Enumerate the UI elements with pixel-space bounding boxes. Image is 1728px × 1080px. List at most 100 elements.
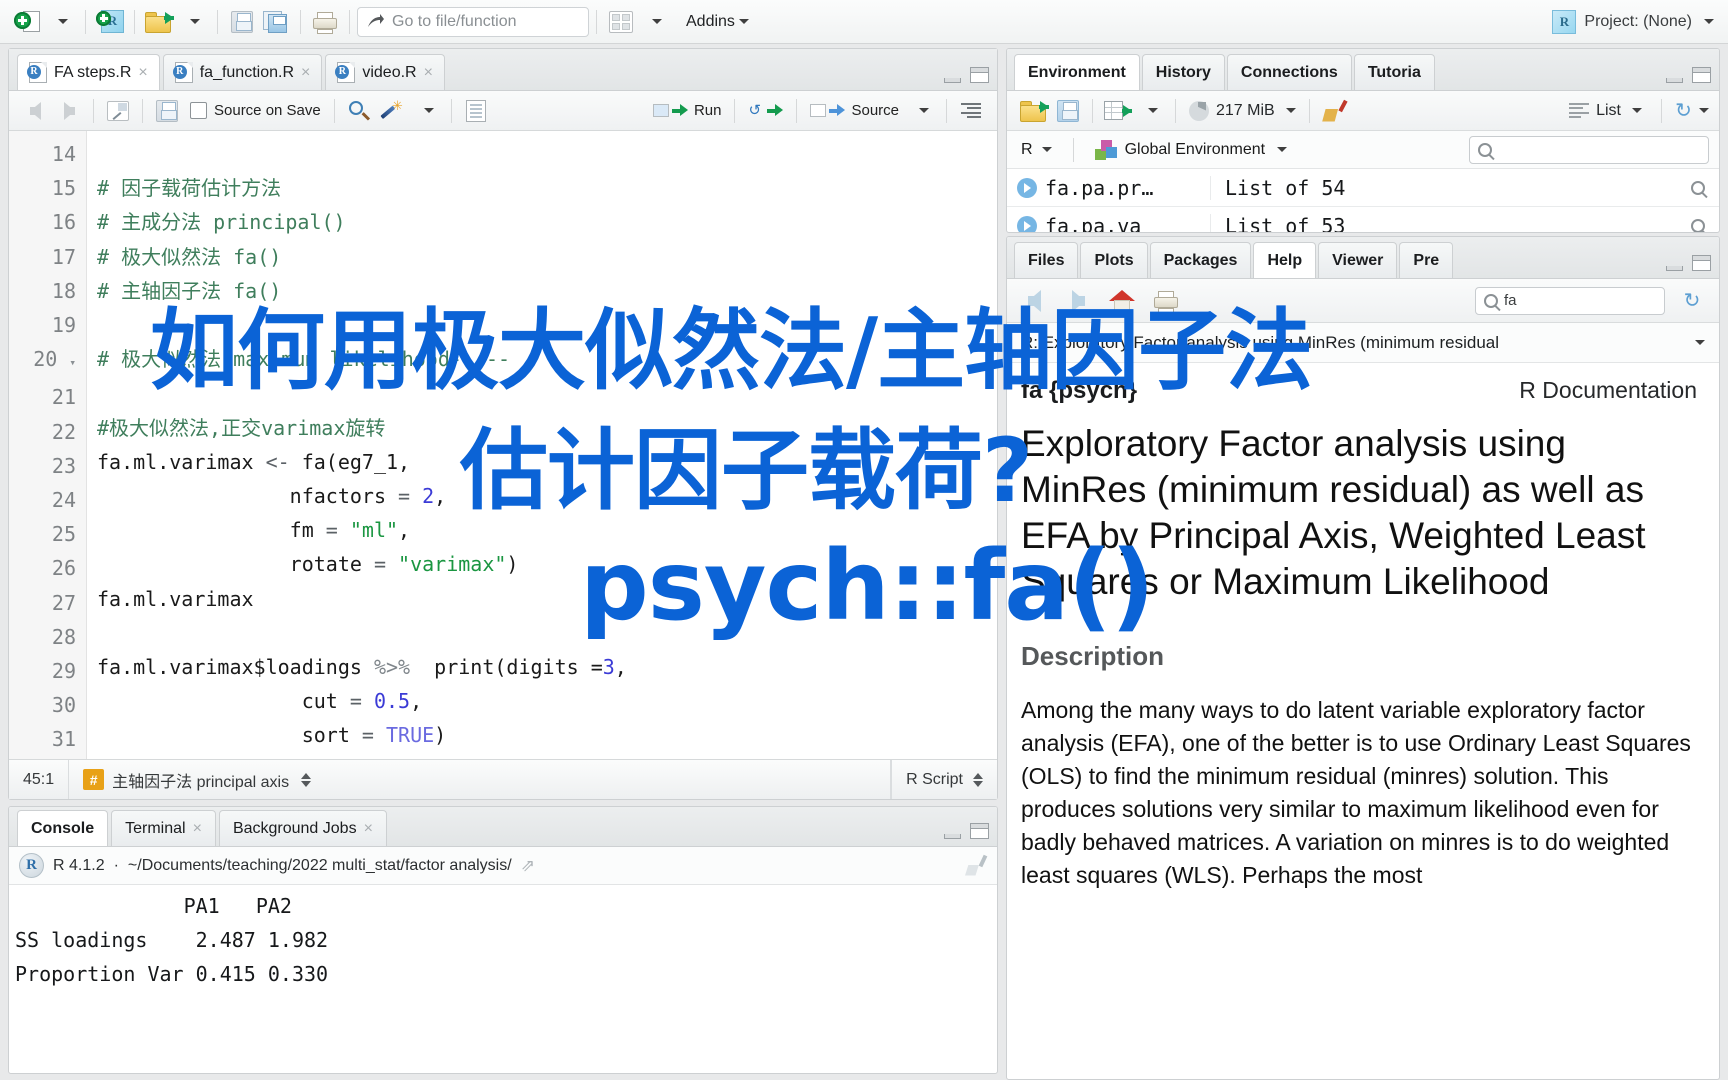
view-object-icon[interactable] xyxy=(1691,181,1705,195)
pane-layout-dropdown[interactable] xyxy=(638,5,672,39)
maximize-icon[interactable] xyxy=(1692,255,1711,271)
source-button[interactable]: Source xyxy=(804,94,905,128)
pane-layout-button[interactable] xyxy=(604,5,638,39)
import-dataset-button[interactable] xyxy=(1100,94,1134,128)
code-line[interactable]: fa.ml.varimax xyxy=(97,582,997,616)
environment-search-input[interactable] xyxy=(1469,136,1709,164)
code-line[interactable]: # 主成分法 principal() xyxy=(97,205,997,239)
editor-tab-video[interactable]: R video.R × xyxy=(325,54,445,90)
code-line[interactable] xyxy=(97,376,997,410)
file-type-selector[interactable]: R Script xyxy=(891,760,997,799)
help-refresh-button[interactable]: ↻ xyxy=(1675,284,1709,318)
help-content[interactable]: fa {psych} R Documentation Exploratory F… xyxy=(1007,363,1719,1079)
tab-connections[interactable]: Connections xyxy=(1227,54,1352,90)
editor-tab-fa-function[interactable]: R fa_function.R × xyxy=(163,54,323,90)
chevron-down-icon[interactable] xyxy=(1695,340,1705,345)
tab-history[interactable]: History xyxy=(1142,54,1225,90)
help-print-button[interactable] xyxy=(1149,284,1183,318)
addins-button[interactable]: Addins xyxy=(672,5,753,39)
tab-console[interactable]: Console xyxy=(17,810,108,846)
view-mode-button[interactable]: List xyxy=(1563,94,1648,128)
code-line[interactable]: # 主轴因子法 fa() xyxy=(97,274,997,308)
forward-button[interactable] xyxy=(52,94,86,128)
open-file-button[interactable] xyxy=(142,5,176,39)
section-selector[interactable]: # 主轴因子法 principal axis xyxy=(69,760,891,799)
save-workspace-button[interactable] xyxy=(1051,94,1085,128)
minimize-icon[interactable] xyxy=(1666,266,1683,271)
back-button[interactable] xyxy=(18,94,52,128)
new-project-button[interactable]: R xyxy=(93,5,127,39)
code-line[interactable]: rotate = "varimax") xyxy=(97,547,997,581)
minimize-icon[interactable] xyxy=(1666,78,1683,83)
clear-console-icon[interactable] xyxy=(963,855,987,877)
table-row[interactable]: fa.pa.va List of 53 xyxy=(1007,207,1719,232)
code-line[interactable]: sort = TRUE) xyxy=(97,718,997,752)
code-line[interactable]: cut = 0.5, xyxy=(97,684,997,718)
code-line[interactable]: fa.ml.varimax <- fa(eg7_1, xyxy=(97,445,997,479)
maximize-icon[interactable] xyxy=(970,823,989,839)
code-tools-button[interactable]: ✳ xyxy=(376,94,410,128)
close-icon[interactable]: × xyxy=(424,65,433,81)
close-icon[interactable]: × xyxy=(364,821,373,837)
load-workspace-button[interactable] xyxy=(1017,94,1051,128)
expand-icon[interactable] xyxy=(1017,216,1037,233)
clear-environment-button[interactable] xyxy=(1317,94,1351,128)
tab-files[interactable]: Files xyxy=(1014,242,1078,278)
open-directory-icon[interactable]: ⇗ xyxy=(521,856,535,876)
minimize-icon[interactable] xyxy=(944,834,961,839)
help-search-input[interactable]: fa xyxy=(1475,287,1665,315)
open-file-dropdown[interactable] xyxy=(176,5,210,39)
tab-plots[interactable]: Plots xyxy=(1080,242,1147,278)
code-tools-dropdown[interactable] xyxy=(410,94,444,128)
tab-presentation[interactable]: Pre xyxy=(1399,242,1453,278)
tab-help[interactable]: Help xyxy=(1253,242,1316,278)
source-dropdown[interactable] xyxy=(905,94,939,128)
compile-report-button[interactable] xyxy=(459,94,493,128)
save-all-button[interactable] xyxy=(259,5,293,39)
maximize-icon[interactable] xyxy=(970,67,989,83)
save-file-button[interactable] xyxy=(150,94,184,128)
find-replace-button[interactable] xyxy=(342,94,376,128)
rerun-button[interactable]: ↺ xyxy=(742,94,789,128)
project-selector[interactable]: R Project: (None) xyxy=(1552,10,1718,34)
maximize-icon[interactable] xyxy=(1692,67,1711,83)
source-on-save-checkbox[interactable]: Source on Save xyxy=(184,94,327,128)
tab-tutorial[interactable]: Tutoria xyxy=(1354,54,1435,90)
goto-file-function-input[interactable]: Go to file/function xyxy=(357,7,589,37)
expand-icon[interactable] xyxy=(1017,178,1037,198)
memory-usage-button[interactable]: 217 MiB xyxy=(1183,94,1302,128)
print-button[interactable] xyxy=(308,5,342,39)
console-output[interactable]: PA1 PA2 SS loadings 2.487 1.982 Proporti… xyxy=(9,885,997,1073)
refresh-environment-button[interactable]: ↻ xyxy=(1675,94,1709,128)
code-line[interactable]: # 极大似然法 maximum likelihood----- xyxy=(97,342,997,376)
code-line[interactable] xyxy=(97,308,997,342)
code-line[interactable]: # 极大似然法 fa() xyxy=(97,240,997,274)
tab-terminal[interactable]: Terminal × xyxy=(111,810,216,846)
help-back-button[interactable] xyxy=(1017,284,1051,318)
code-text[interactable]: # 因子载荷估计方法# 主成分法 principal()# 极大似然法 fa()… xyxy=(87,131,997,759)
tab-environment[interactable]: Environment xyxy=(1014,54,1140,90)
code-line[interactable] xyxy=(97,616,997,650)
table-row[interactable]: fa.pa.pr… List of 54 xyxy=(1007,169,1719,207)
code-line[interactable]: nfactors = 2, xyxy=(97,479,997,513)
environment-object-list[interactable]: fa.pa.pr… List of 54 fa.pa.va List of 53 xyxy=(1007,169,1719,232)
new-file-dropdown[interactable] xyxy=(44,5,78,39)
code-line[interactable]: fa.ml.varimax$loadings %>% print(digits … xyxy=(97,650,997,684)
help-home-button[interactable] xyxy=(1105,284,1139,318)
help-url-bar[interactable]: R: Exploratory Factor analysis using Min… xyxy=(1007,323,1719,363)
minimize-icon[interactable] xyxy=(944,78,961,83)
new-file-button[interactable] xyxy=(10,5,44,39)
import-dataset-dropdown[interactable] xyxy=(1134,94,1168,128)
tab-background-jobs[interactable]: Background Jobs × xyxy=(219,810,387,846)
close-icon[interactable]: × xyxy=(138,65,147,81)
view-object-icon[interactable] xyxy=(1691,219,1705,233)
close-icon[interactable]: × xyxy=(301,65,310,81)
code-line[interactable]: # 因子载荷估计方法 xyxy=(97,171,997,205)
help-forward-button[interactable] xyxy=(1061,284,1095,318)
code-editor[interactable]: 14151617181920 ▾212223242526272829303132… xyxy=(9,131,997,759)
run-button[interactable]: Run xyxy=(647,94,728,128)
language-selector[interactable]: R xyxy=(1017,133,1056,167)
code-line[interactable]: fm = "ml", xyxy=(97,513,997,547)
global-environment-selector[interactable]: Global Environment xyxy=(1091,133,1292,167)
editor-tab-fa-steps[interactable]: R FA steps.R × xyxy=(17,54,160,90)
